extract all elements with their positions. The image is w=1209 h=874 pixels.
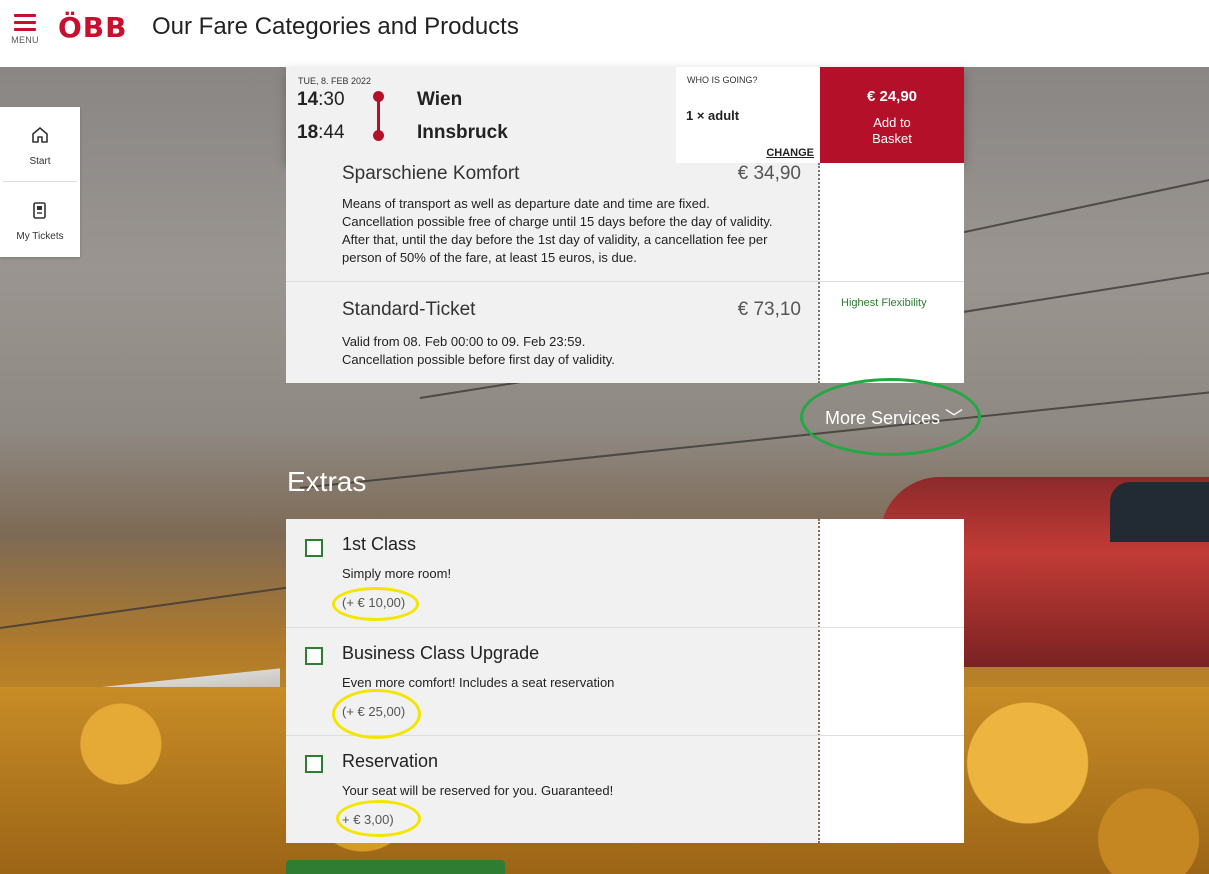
arrival-station: Innsbruck	[417, 122, 508, 143]
yellow-highlight-circle	[332, 689, 421, 739]
arrival-time: 18:44	[297, 122, 345, 143]
fare-name: Standard-Ticket	[342, 299, 476, 320]
first-class-checkbox[interactable]	[305, 539, 323, 557]
green-highlight-circle	[800, 378, 981, 456]
travel-date: TUE, 8. FEB 2022	[298, 76, 372, 86]
extra-name: 1st Class	[342, 534, 417, 554]
extra-description: Even more comfort! Includes a seat reser…	[342, 675, 615, 690]
departure-station: Wien	[417, 89, 463, 110]
who-is-going-label: WHO IS GOING?	[687, 75, 758, 85]
highest-flexibility-badge: Highest Flexibility	[841, 297, 927, 309]
sidenav-item-my-tickets[interactable]: My Tickets	[3, 181, 77, 255]
add-to-basket-button[interactable]: € 24,90 Add to Basket	[820, 67, 964, 163]
extra-name: Business Class Upgrade	[342, 643, 540, 663]
extra-name: Reservation	[342, 751, 439, 771]
fare-list: Sparschiene Komfort € 34,90 Means of tra…	[286, 163, 964, 383]
passenger-panel: WHO IS GOING? 1 × adult CHANGE	[676, 67, 820, 163]
connection-summary: TUE, 8. FEB 2022 14:30 18:44 Wien Innsbr…	[286, 67, 964, 163]
home-icon	[32, 127, 48, 143]
sidenav-item-start[interactable]: Start	[0, 107, 80, 181]
menu-label: MENU	[11, 35, 39, 45]
obb-logo[interactable]: ÖBB	[58, 11, 128, 44]
change-passengers-link[interactable]: CHANGE	[766, 147, 814, 159]
fare-option-standard[interactable]: Standard-Ticket € 73,10 Valid from 08. F…	[286, 281, 819, 383]
departure-time: 14:30	[297, 89, 345, 110]
business-class-checkbox[interactable]	[305, 647, 323, 665]
fare-name: Sparschiene Komfort	[342, 163, 520, 184]
menu-button[interactable]: MENU	[10, 14, 40, 54]
fare-description: Valid from 08. Feb 00:00 to 09. Feb 23:5…	[342, 334, 615, 367]
extra-description: Your seat will be reserved for you. Guar…	[342, 783, 614, 798]
page-title: Our Fare Categories and Products	[152, 13, 519, 40]
fare-price: € 34,90	[737, 163, 801, 184]
top-header: MENU ÖBB Our Fare Categories and Product…	[0, 0, 1209, 67]
ticket-icon	[33, 202, 46, 219]
fare-option-sparschiene[interactable]: Sparschiene Komfort € 34,90 Means of tra…	[286, 163, 819, 281]
extras-list: 1st Class Simply more room! (+ € 10,00) …	[286, 519, 964, 843]
fare-price: € 73,10	[737, 299, 801, 320]
yellow-highlight-circle	[332, 587, 419, 621]
passenger-count: 1 × adult	[686, 108, 740, 123]
continue-button[interactable]	[286, 860, 505, 874]
add-to-basket-label: Add to Basket	[872, 115, 912, 146]
fare-description: Means of transport as well as departure …	[342, 196, 773, 265]
yellow-highlight-circle	[336, 800, 421, 837]
total-price: € 24,90	[866, 88, 918, 105]
side-navigation: Start My Tickets	[0, 107, 80, 257]
route-dot-end	[373, 130, 384, 141]
reservation-checkbox[interactable]	[305, 755, 323, 773]
extra-description: Simply more room!	[342, 566, 452, 581]
extras-heading: Extras	[287, 466, 367, 497]
sidenav-label-start: Start	[29, 156, 51, 167]
route-dot-start	[373, 91, 384, 102]
sidenav-label-my-tickets: My Tickets	[16, 231, 64, 242]
